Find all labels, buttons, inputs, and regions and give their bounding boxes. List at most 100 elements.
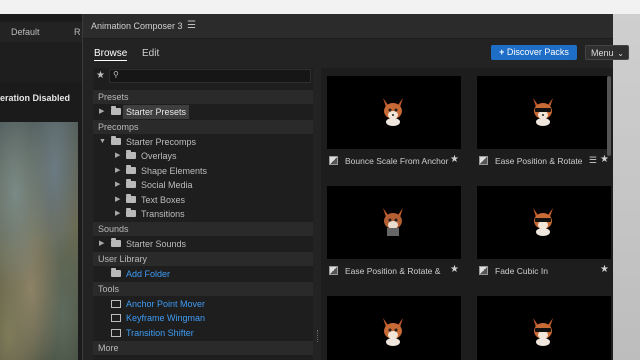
preset-thumbnail[interactable] bbox=[477, 296, 611, 360]
folder-icon bbox=[111, 238, 121, 247]
splitter-grip[interactable] bbox=[317, 330, 320, 342]
easing-icon bbox=[479, 266, 488, 275]
menu-label: Menu bbox=[591, 48, 614, 58]
host-workspace-bar: Default R bbox=[0, 22, 82, 42]
host-tab-default[interactable]: Default bbox=[11, 27, 40, 37]
folder-icon bbox=[126, 179, 136, 188]
star-icon[interactable]: ★ bbox=[450, 264, 459, 275]
grid-scrollbar[interactable] bbox=[607, 76, 611, 156]
hamburger-icon[interactable]: ☰ bbox=[187, 20, 196, 31]
list-icon[interactable]: ☰ bbox=[589, 155, 597, 166]
tree-item-starter-sounds[interactable]: ▶ Starter Sounds bbox=[93, 237, 313, 251]
tree-item-starter-presets[interactable]: ▶ Starter Presets bbox=[93, 105, 313, 119]
chevron-right-icon[interactable]: ▶ bbox=[99, 105, 104, 119]
preset-footer: Fade Cubic In ★ bbox=[477, 264, 611, 278]
search-input[interactable]: ⚲ bbox=[109, 69, 311, 83]
chevron-right-icon[interactable]: ▶ bbox=[115, 178, 120, 192]
tree-item-label: Overlays bbox=[141, 151, 177, 161]
tree-item-transitions[interactable]: ▶ Transitions bbox=[93, 207, 313, 221]
tree-item-social-media[interactable]: ▶ Social Media bbox=[93, 178, 313, 192]
preset-footer: Bounce Scale From Anchor ★ bbox=[327, 154, 461, 168]
tree-item-label: Shape Elements bbox=[141, 166, 208, 176]
folder-icon bbox=[126, 150, 136, 159]
section-tools: Tools bbox=[93, 282, 313, 296]
tool-keyframe-wingman[interactable]: Keyframe Wingman bbox=[93, 311, 313, 325]
menu-dropdown[interactable]: Menu ⌄ bbox=[585, 45, 629, 60]
host-tab-r[interactable]: R bbox=[74, 27, 81, 37]
discover-packs-button[interactable]: + Discover Packs bbox=[491, 45, 577, 60]
chevron-right-icon[interactable]: ▶ bbox=[115, 193, 120, 207]
tool-icon bbox=[111, 300, 121, 308]
preset-name: Ease Position & Rotate bbox=[495, 156, 583, 166]
tool-icon bbox=[111, 314, 121, 322]
tree-item-label: Starter Presets bbox=[123, 105, 190, 119]
chevron-right-icon[interactable]: ▶ bbox=[115, 207, 120, 221]
star-icon[interactable]: ★ bbox=[600, 264, 609, 275]
chevron-right-icon[interactable]: ▶ bbox=[115, 164, 120, 178]
easing-icon bbox=[479, 156, 488, 165]
tree-item-starter-precomps[interactable]: ▼ Starter Precomps bbox=[93, 135, 313, 149]
search-row: ★ ⚲ bbox=[93, 68, 313, 84]
preset-thumbnail[interactable] bbox=[477, 76, 611, 149]
add-folder-button[interactable]: Add Folder bbox=[93, 267, 313, 281]
preset-thumbnail[interactable] bbox=[477, 186, 611, 259]
chevron-down-icon[interactable]: ▼ bbox=[99, 135, 106, 149]
preset-thumbnail[interactable] bbox=[327, 186, 461, 259]
fox-sunglasses-icon bbox=[533, 98, 553, 126]
preset-thumbnail[interactable] bbox=[327, 76, 461, 149]
preset-name: Ease Position & Rotate & bbox=[345, 266, 441, 276]
tool-label: Keyframe Wingman bbox=[126, 313, 206, 323]
fox-mascot-icon bbox=[383, 318, 403, 346]
panel-titlebar: Animation Composer 3 ☰ bbox=[83, 14, 613, 39]
folder-icon bbox=[111, 106, 121, 115]
panel-title: Animation Composer 3 bbox=[91, 21, 183, 31]
tree-item-label: Transitions bbox=[141, 209, 185, 219]
tree-item-overlays[interactable]: ▶ Overlays bbox=[93, 149, 313, 163]
library-tree: ★ ⚲ Presets ▶ Starter Presets Precomps ▼… bbox=[93, 68, 313, 360]
tree-item-label: Starter Sounds bbox=[126, 239, 187, 249]
host-right-top bbox=[612, 0, 640, 14]
host-top-strip bbox=[0, 0, 640, 14]
tool-label: Transition Shifter bbox=[126, 328, 194, 338]
tree-item-label: Starter Precomps bbox=[126, 137, 197, 147]
chevron-down-icon: ⌄ bbox=[617, 49, 624, 58]
tree-item-label: Social Media bbox=[141, 180, 193, 190]
preset-footer: Ease Position & Rotate ☰ ★ bbox=[477, 154, 611, 168]
discover-packs-label: Discover Packs bbox=[506, 47, 569, 57]
chevron-right-icon[interactable]: ▶ bbox=[99, 237, 104, 251]
easing-icon bbox=[329, 266, 338, 275]
preset-name: Bounce Scale From Anchor bbox=[345, 156, 449, 166]
tree-item-label: Text Boxes bbox=[141, 195, 186, 205]
fox-mascot-icon bbox=[383, 98, 403, 126]
star-icon[interactable]: ★ bbox=[450, 154, 459, 165]
host-status-text: eration Disabled bbox=[0, 93, 71, 103]
tool-label: Anchor Point Mover bbox=[126, 299, 206, 309]
tool-anchor-point-mover[interactable]: Anchor Point Mover bbox=[93, 297, 313, 311]
fox-mascot-icon bbox=[383, 208, 403, 236]
host-video-preview bbox=[0, 122, 78, 360]
plus-icon: + bbox=[499, 47, 507, 57]
search-icon: ⚲ bbox=[113, 70, 119, 79]
section-presets: Presets bbox=[93, 90, 313, 104]
preset-thumbnail[interactable] bbox=[327, 296, 461, 360]
tab-browse[interactable]: Browse bbox=[94, 48, 128, 61]
folder-icon bbox=[126, 194, 136, 203]
section-user-library: User Library bbox=[93, 252, 313, 266]
section-more: More bbox=[93, 341, 313, 355]
preset-name: Fade Cubic In bbox=[495, 266, 548, 276]
tree-item-text-boxes[interactable]: ▶ Text Boxes bbox=[93, 193, 313, 207]
folder-icon bbox=[126, 208, 136, 217]
star-filter-icon[interactable]: ★ bbox=[96, 70, 105, 81]
preset-footer: Ease Position & Rotate & ★ bbox=[327, 264, 461, 278]
tab-edit[interactable]: Edit bbox=[142, 48, 159, 59]
section-sounds: Sounds bbox=[93, 222, 313, 236]
fox-sunglasses-icon bbox=[533, 318, 553, 346]
easing-icon bbox=[329, 156, 338, 165]
folder-icon bbox=[126, 165, 136, 174]
tool-icon bbox=[111, 329, 121, 337]
fox-sunglasses-icon bbox=[533, 208, 553, 236]
tool-transition-shifter[interactable]: Transition Shifter bbox=[93, 326, 313, 340]
tree-item-shape-elements[interactable]: ▶ Shape Elements bbox=[93, 164, 313, 178]
chevron-right-icon[interactable]: ▶ bbox=[115, 149, 120, 163]
folder-icon bbox=[111, 136, 121, 145]
